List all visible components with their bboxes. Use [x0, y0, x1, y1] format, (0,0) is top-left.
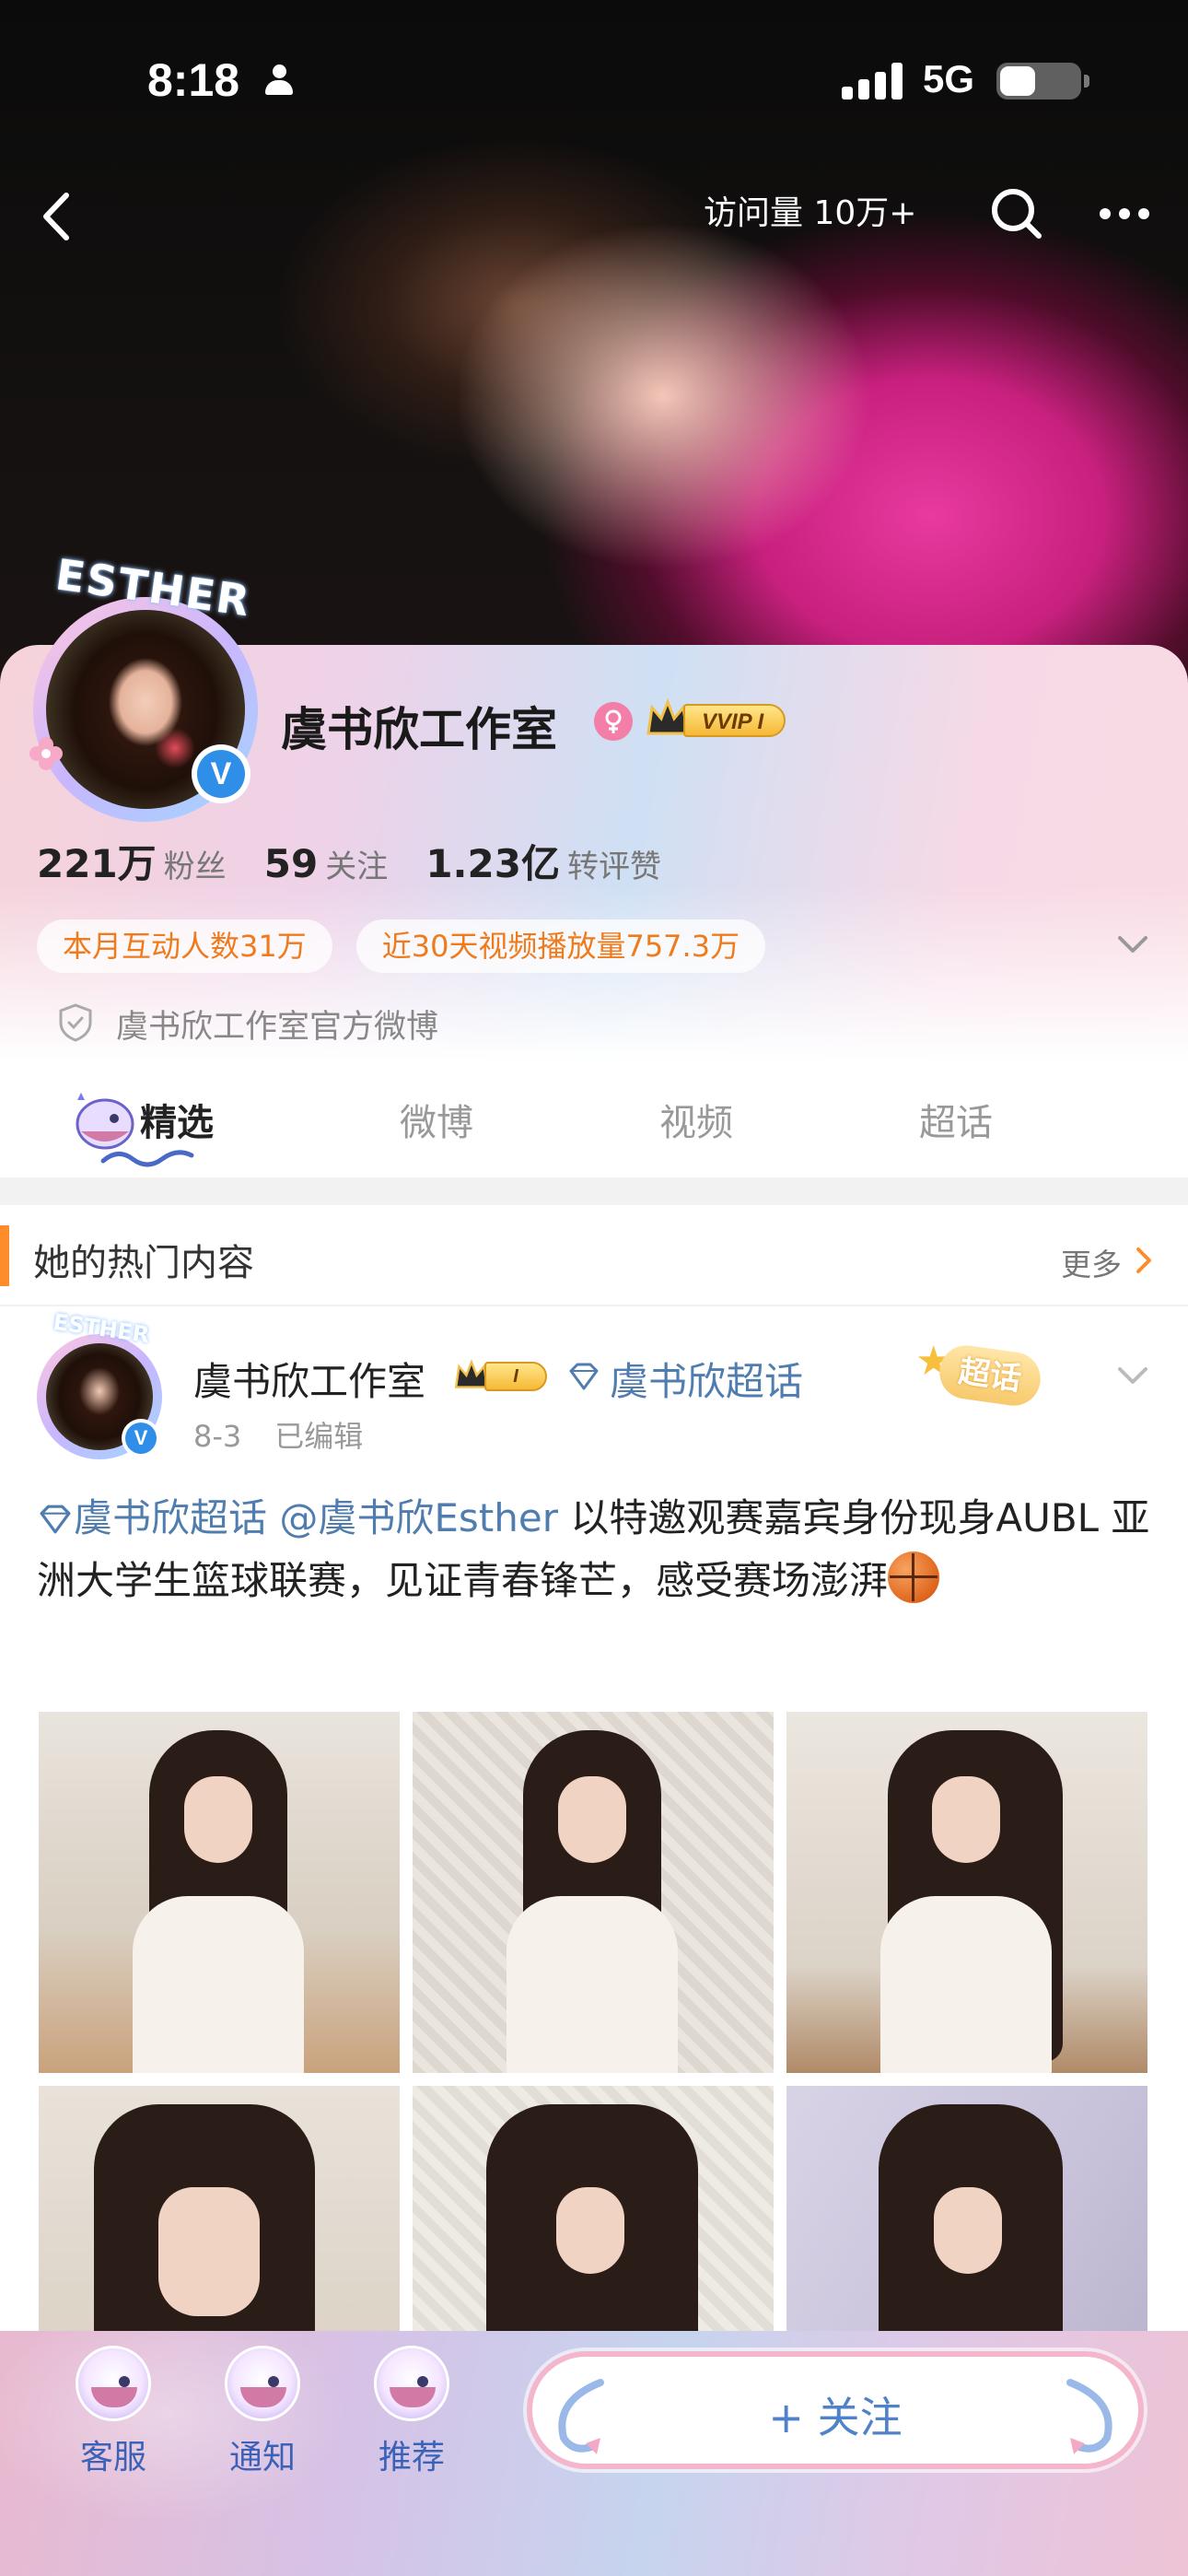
search-icon[interactable]: [985, 182, 1048, 245]
post-edited: 已编辑: [274, 1419, 364, 1454]
supertopic-diamond-icon: [40, 1505, 71, 1534]
basketball-icon: [888, 1551, 940, 1603]
supertopic-badge[interactable]: ★ 超话: [906, 1332, 1081, 1415]
profile-stats: 221万 粉丝 59 关注 1.23亿 转评赞: [37, 833, 694, 888]
shield-icon: [59, 1003, 92, 1042]
photo-thumbnail[interactable]: [413, 1712, 774, 2073]
follow-label: + 关注: [768, 2393, 903, 2442]
photo-grid: [39, 1712, 1147, 2447]
wave-underline-icon: [100, 1150, 194, 1167]
chevron-down-icon[interactable]: [1112, 1360, 1153, 1393]
vvip-badge[interactable]: VVIP I: [645, 697, 794, 743]
post-avatar[interactable]: ESTHER V: [37, 1309, 166, 1463]
post-text-topic-link[interactable]: 虞书欣超话: [74, 1495, 267, 1540]
photo-thumbnail[interactable]: [786, 1712, 1147, 2073]
supertopic-diamond-icon: [569, 1363, 599, 1390]
mascot-icon: [225, 2346, 300, 2421]
post-text: 虞书欣超话 @虞书欣Esther 以特邀观赛嘉宾身份现身AUBL 亚洲大学生篮球…: [37, 1487, 1151, 1612]
stat-fans[interactable]: 221万 粉丝: [37, 833, 227, 889]
status-bar: 8:18 5G: [0, 0, 1188, 157]
post-meta: 8-3 已编辑: [193, 1413, 396, 1456]
mascot-icon: [374, 2346, 449, 2421]
official-text: 虞书欣工作室官方微博: [116, 1009, 439, 1046]
battery-icon: [996, 63, 1089, 100]
visit-count: 访问量 10万+: [704, 194, 917, 232]
post-date: 8-3: [193, 1419, 242, 1454]
tab-weibo[interactable]: 微博: [400, 1093, 473, 1146]
follow-button[interactable]: + 关注: [527, 2351, 1144, 2469]
bottom-action-bar: 客服 通知 推荐 + 关注: [0, 2331, 1188, 2576]
verified-icon: V: [122, 1419, 160, 1458]
stat-following[interactable]: 59 关注: [264, 841, 388, 886]
post-mention-link[interactable]: @虞书欣Esther: [279, 1495, 558, 1540]
tab-video[interactable]: 视频: [659, 1093, 733, 1146]
back-icon[interactable]: [28, 184, 92, 249]
chip-interactions[interactable]: 本月互动人数31万: [37, 919, 332, 973]
person-icon: [263, 64, 295, 98]
stat-likes[interactable]: 1.23亿 转评赞: [425, 833, 661, 889]
chevron-right-icon[interactable]: [1133, 1244, 1157, 1277]
signal-icon: [842, 63, 906, 100]
chevron-down-icon[interactable]: [1111, 927, 1155, 964]
verified-icon: V: [192, 744, 250, 803]
notification-button[interactable]: 通知: [212, 2346, 313, 2484]
hot-content-header: 她的热门内容 更多: [0, 1205, 1188, 1306]
mascot-icon: [76, 2346, 151, 2421]
female-icon: [594, 702, 633, 741]
section-divider: [0, 1177, 1188, 1205]
member-badge[interactable]: I: [453, 1356, 553, 1397]
photo-thumbnail[interactable]: [39, 1712, 400, 2073]
flower-icon: [29, 737, 63, 770]
vvip-label: VVIP I: [683, 704, 786, 737]
network-type: 5G: [923, 57, 975, 100]
more-link[interactable]: 更多: [1061, 1240, 1122, 1284]
top-nav: 访问量 10万+: [0, 166, 1188, 267]
post-author[interactable]: 虞书欣工作室: [193, 1351, 425, 1407]
avatar[interactable]: ESTHER V: [28, 549, 267, 822]
status-time: 8:18: [147, 54, 240, 106]
hot-content-title: 她的热门内容: [33, 1242, 254, 1284]
profile-name: 虞书欣工作室: [281, 703, 557, 756]
customer-service-button[interactable]: 客服: [63, 2346, 164, 2484]
post-topic-link[interactable]: 虞书欣超话: [610, 1351, 803, 1407]
more-icon[interactable]: [1092, 182, 1157, 245]
profile-chips: 本月互动人数31万 近30天视频播放量757.3万: [37, 919, 789, 973]
recommend-button[interactable]: 推荐: [361, 2346, 462, 2484]
tab-bar: 精选 微博 视频 超话: [0, 1060, 1188, 1179]
tab-featured[interactable]: 精选: [140, 1093, 214, 1146]
tab-supertopic[interactable]: 超话: [919, 1093, 993, 1146]
fish-icon: [1066, 2379, 1112, 2454]
chip-video-plays[interactable]: 近30天视频播放量757.3万: [355, 919, 766, 973]
